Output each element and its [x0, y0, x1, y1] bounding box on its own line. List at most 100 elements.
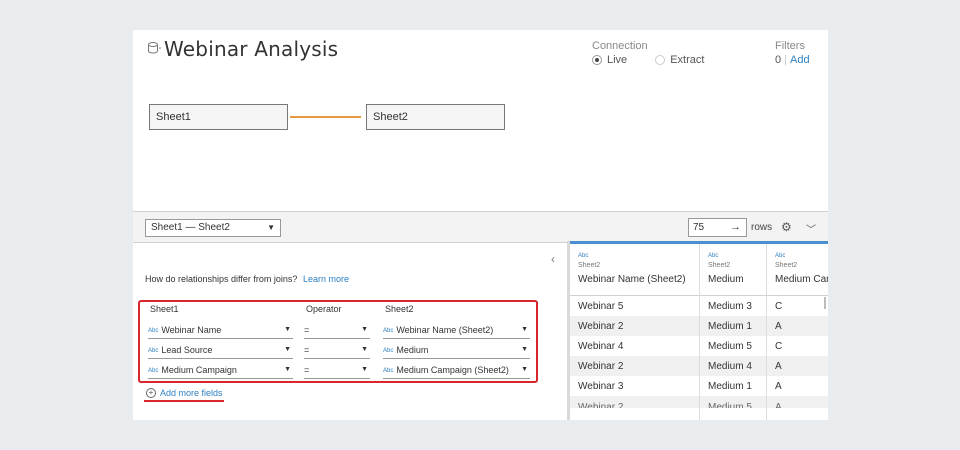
table-cell: A: [767, 356, 828, 376]
string-type-icon[interactable]: Abc: [775, 253, 828, 259]
column-source: Sheet2: [578, 262, 601, 269]
column-source: Sheet2: [708, 262, 731, 269]
table-cell: Medium 3: [708, 301, 752, 312]
relationship-noodle[interactable]: [290, 116, 361, 118]
string-type-icon[interactable]: Abc: [578, 253, 691, 259]
rows-value: 75: [693, 222, 705, 233]
highlight-underline: [144, 400, 224, 402]
tableau-data-source-page: Webinar Analysis Connection Live Extract…: [133, 30, 828, 420]
connection-extract-option[interactable]: Extract: [655, 54, 704, 66]
relationship-select-value: Sheet1 — Sheet2: [151, 222, 230, 233]
extract-label: Extract: [670, 54, 705, 66]
column-name: Webinar Name (Sheet2): [578, 274, 686, 285]
left-field-select[interactable]: Abc Medium Campaign ▼: [148, 363, 293, 379]
add-more-fields-label: Add more fields: [160, 388, 223, 398]
left-table-header: Sheet1: [150, 304, 179, 314]
right-field-value: Webinar Name (Sheet2): [396, 325, 494, 335]
caret-down-icon: ▼: [284, 326, 291, 333]
right-field-select[interactable]: Abc Webinar Name (Sheet2) ▼: [383, 323, 530, 339]
page-title[interactable]: Webinar Analysis: [164, 37, 338, 61]
filters-label: Filters: [775, 40, 805, 52]
connection-options: Live Extract: [592, 54, 704, 66]
left-field-select[interactable]: Abc Lead Source ▼: [148, 343, 293, 359]
table-cell: Medium 5: [700, 396, 766, 408]
left-field-value: Webinar Name: [161, 325, 222, 335]
table-cell: C: [775, 341, 783, 352]
table-cell: A: [775, 381, 782, 392]
data-source-icon: [148, 42, 161, 54]
gear-icon[interactable]: ⚙: [781, 220, 792, 234]
string-type-icon: Abc: [383, 328, 394, 334]
table-cell: A: [767, 316, 828, 336]
left-field-value: Medium Campaign: [161, 365, 237, 375]
caret-down-icon: ▼: [284, 346, 291, 353]
table-cell: Webinar 2: [570, 356, 699, 376]
relationship-editor: ‹ How do relationships differ from joins…: [133, 243, 567, 420]
table-cell: Medium 4: [700, 356, 766, 376]
live-radio[interactable]: [592, 55, 602, 65]
collapse-panel-icon[interactable]: ‹: [551, 252, 555, 266]
rows-input[interactable]: 75 →: [688, 218, 747, 237]
caret-down-icon: ▼: [521, 326, 528, 333]
table-cell: Webinar 4: [578, 341, 624, 352]
relationship-canvas: Webinar Analysis Connection Live Extract…: [133, 30, 828, 211]
connection-label: Connection: [592, 40, 648, 52]
column-resize-handle[interactable]: [824, 297, 826, 309]
left-field-select[interactable]: Abc Webinar Name ▼: [148, 323, 293, 339]
caret-down-icon: ▼: [361, 326, 368, 333]
table-cell: Medium 5: [708, 341, 752, 352]
string-type-icon[interactable]: Abc: [708, 253, 758, 259]
relationship-hint: How do relationships differ from joins? …: [145, 274, 349, 284]
operator-value: =: [304, 365, 310, 375]
operator-header: Operator: [306, 304, 342, 314]
caret-down-icon: ▼: [267, 223, 275, 232]
string-type-icon: Abc: [383, 348, 394, 354]
right-field-select[interactable]: Abc Medium Campaign (Sheet2) ▼: [383, 363, 530, 379]
arrow-right-icon[interactable]: →: [730, 221, 741, 233]
caret-down-icon: ▼: [361, 366, 368, 373]
grid-toolbar: Sheet1 — Sheet2 ▼ 75 → rows ⚙ ﹀: [133, 211, 828, 243]
learn-more-link[interactable]: Learn more: [303, 274, 349, 284]
column-source: Sheet2: [775, 262, 798, 269]
connection-live-option[interactable]: Live: [592, 54, 627, 66]
filters-count: 0: [775, 54, 782, 66]
hint-text: How do relationships differ from joins?: [145, 274, 298, 284]
right-field-select[interactable]: Abc Medium ▼: [383, 343, 530, 359]
table-cell: A: [767, 396, 828, 408]
relationship-select[interactable]: Sheet1 — Sheet2 ▼: [145, 219, 281, 237]
column-name: Medium Can: [775, 274, 828, 285]
right-field-value: Medium Campaign (Sheet2): [396, 365, 509, 375]
data-grid: Abc Sheet2 Webinar Name (Sheet2) Webinar…: [567, 241, 828, 420]
column-name: Medium: [708, 274, 744, 285]
rows-label: rows: [751, 222, 773, 233]
table-cell: Webinar 2: [570, 316, 699, 336]
add-filter-link[interactable]: Add: [790, 54, 810, 66]
filters-row: 0 | Add: [775, 54, 810, 66]
operator-select[interactable]: = ▼: [304, 323, 370, 339]
extract-radio[interactable]: [655, 55, 666, 65]
caret-down-icon: ▼: [361, 346, 368, 353]
operator-value: =: [304, 345, 310, 355]
operator-select[interactable]: = ▼: [304, 363, 370, 379]
grid-column: Abc Sheet2 Webinar Name (Sheet2) Webinar…: [570, 244, 700, 420]
table-cell: Webinar 3: [578, 381, 624, 392]
column-header[interactable]: Abc Sheet2 Medium: [700, 244, 766, 296]
right-field-value: Medium: [396, 345, 429, 355]
chevron-down-icon[interactable]: ﹀: [806, 221, 816, 236]
logical-table-sheet1[interactable]: Sheet1: [149, 104, 288, 130]
table-cell: Medium 1: [700, 316, 766, 336]
grid-column: Abc Sheet2 Medium Medium 3 Medium 1 Medi…: [700, 244, 767, 420]
column-header[interactable]: Abc Sheet2 Medium Can: [767, 244, 828, 296]
operator-select[interactable]: = ▼: [304, 343, 370, 359]
string-type-icon: Abc: [148, 328, 159, 334]
column-header[interactable]: Abc Sheet2 Webinar Name (Sheet2): [570, 244, 699, 296]
right-table-header: Sheet2: [385, 304, 414, 314]
filters-separator: |: [784, 54, 787, 66]
grid-column: Abc Sheet2 Medium Can C A C A A A: [767, 244, 828, 420]
add-more-fields-button[interactable]: + Add more fields: [146, 388, 223, 398]
caret-down-icon: ▼: [521, 346, 528, 353]
string-type-icon: Abc: [148, 348, 159, 354]
caret-down-icon: ▼: [284, 366, 291, 373]
logical-table-sheet2[interactable]: Sheet2: [366, 104, 505, 130]
table-cell: Webinar 5: [578, 301, 624, 312]
